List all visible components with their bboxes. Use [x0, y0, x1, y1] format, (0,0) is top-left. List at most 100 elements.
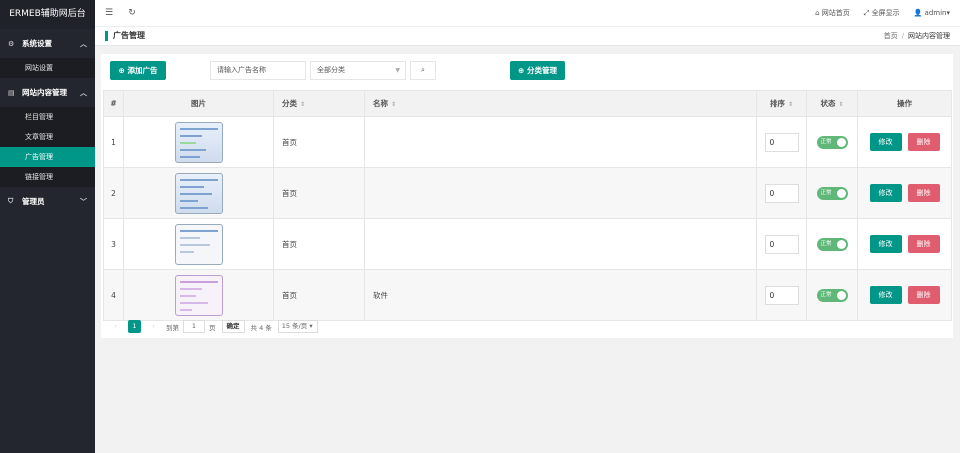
breadcrumb-bar: 广告管理 首页 / 网站内容管理	[95, 27, 960, 46]
cell-sort: 0	[756, 167, 807, 219]
category-manage-button[interactable]: ⊕ 分类管理	[510, 61, 565, 80]
search-icon: ⌕	[421, 66, 425, 74]
delete-button[interactable]: 删除	[907, 133, 940, 151]
goto-page-input[interactable]: 1	[183, 320, 205, 333]
chevron-up-icon: ︿	[80, 88, 87, 97]
sidebar-group-content-management[interactable]: ▤ 网站内容管理 ︿	[0, 78, 95, 107]
status-toggle[interactable]: 正常	[816, 288, 848, 302]
sidebar-group-admin[interactable]: ⛉ 管理员 ﹀	[0, 187, 95, 216]
cell-name: 软件	[364, 269, 757, 321]
toggle-knob	[836, 188, 846, 198]
edit-button[interactable]: 修改	[869, 184, 902, 202]
sidebar-item-article-management[interactable]: 文章管理	[0, 127, 95, 147]
add-ad-button[interactable]: ⊕ 添加广告	[110, 61, 166, 80]
ad-thumbnail[interactable]	[174, 121, 223, 163]
cell-ops: 修改 删除	[857, 269, 952, 321]
cell-ops: 修改 删除	[857, 116, 952, 168]
cell-sort: 0	[756, 218, 807, 270]
col-header-name[interactable]: 名称 ⇕	[364, 90, 757, 117]
user-menu[interactable]: 👤 admin▾	[914, 9, 950, 17]
status-toggle[interactable]: 正常	[816, 186, 848, 200]
gear-icon: ⚙	[8, 39, 15, 48]
refresh-icon[interactable]: ↻	[123, 8, 141, 18]
next-page-button[interactable]: ›	[147, 320, 160, 333]
col-header-status[interactable]: 状态 ⇕	[806, 90, 858, 117]
edit-button[interactable]: 修改	[869, 286, 902, 304]
page-size-select[interactable]: 15 条/页 ▾	[277, 320, 318, 333]
ad-thumbnail[interactable]	[174, 172, 223, 214]
chevron-up-icon: ︿	[80, 39, 87, 48]
table-header-row: # 图片 分类 ⇕ 名称 ⇕ 排序 ⇕ 状态 ⇕ 操作	[103, 90, 952, 117]
goto-confirm-button[interactable]: 确定	[221, 320, 245, 333]
menu-toggle-icon[interactable]: ☰	[100, 8, 118, 18]
category-select[interactable]: 全部分类 ▼	[310, 61, 406, 80]
cell-image	[123, 116, 274, 168]
sidebar-group-system-settings[interactable]: ⚙ 系统设置 ︿	[0, 29, 95, 58]
total-count: 共 4 条	[250, 323, 272, 332]
pagination: ‹ 1 › 到第 1 页 确定 共 4 条 15 条/页 ▾	[109, 320, 318, 333]
sidebar-item-link-management[interactable]: 链接管理	[0, 167, 95, 187]
col-header-category[interactable]: 分类 ⇕	[273, 90, 365, 117]
table-row: 3 首页 0 正常 修改 删除	[103, 218, 952, 270]
sort-input[interactable]: 0	[764, 285, 799, 305]
sort-icon[interactable]: ⇕	[788, 101, 793, 108]
edit-button[interactable]: 修改	[869, 235, 902, 253]
sort-icon[interactable]: ⇕	[391, 101, 396, 108]
sidebar-group-label: 系统设置	[22, 39, 52, 48]
cell-image	[123, 167, 274, 219]
sort-input[interactable]: 0	[764, 234, 799, 254]
breadcrumb-current: 网站内容管理	[908, 32, 950, 40]
plus-circle-icon: ⊕	[118, 66, 125, 75]
edit-button[interactable]: 修改	[869, 133, 902, 151]
toggle-knob	[836, 137, 846, 147]
cell-index: 2	[103, 167, 124, 219]
fullscreen-button[interactable]: ⤢ 全屏显示	[864, 8, 900, 18]
ad-thumbnail[interactable]	[174, 274, 223, 316]
delete-button[interactable]: 删除	[907, 286, 940, 304]
ad-table: # 图片 分类 ⇕ 名称 ⇕ 排序 ⇕ 状态 ⇕ 操作 1 首页 0 正常 修改 删除 2	[103, 90, 952, 321]
prev-page-button[interactable]: ‹	[109, 320, 122, 333]
status-toggle[interactable]: 正常	[816, 135, 848, 149]
sort-input[interactable]: 0	[764, 132, 799, 152]
sidebar-item-column-management[interactable]: 栏目管理	[0, 107, 95, 127]
col-header-ops: 操作	[857, 90, 952, 117]
delete-button[interactable]: 删除	[907, 235, 940, 253]
search-button[interactable]: ⌕	[410, 61, 436, 80]
status-toggle[interactable]: 正常	[816, 237, 848, 251]
document-icon: ▤	[8, 88, 15, 97]
cell-ops: 修改 删除	[857, 218, 952, 270]
cell-category: 首页	[273, 167, 365, 219]
home-icon: ⌂	[815, 9, 822, 17]
shield-icon: ⛉	[8, 197, 14, 205]
page-1-button[interactable]: 1	[128, 320, 141, 333]
ad-thumbnail[interactable]	[174, 223, 223, 265]
cell-status: 正常	[806, 167, 858, 219]
expand-icon: ⤢	[863, 9, 872, 17]
cell-sort: 0	[756, 269, 807, 321]
cell-category: 首页	[273, 218, 365, 270]
breadcrumb-home[interactable]: 首页	[884, 32, 898, 40]
sidebar-item-ad-management[interactable]: 广告管理	[0, 147, 95, 167]
toggle-knob	[836, 290, 846, 300]
col-header-sort[interactable]: 排序 ⇕	[756, 90, 807, 117]
chevron-down-icon: ﹀	[80, 197, 87, 206]
cell-name	[364, 218, 757, 270]
table-row: 1 首页 0 正常 修改 删除	[103, 116, 952, 168]
delete-button[interactable]: 删除	[907, 184, 940, 202]
sort-input[interactable]: 0	[764, 183, 799, 203]
caret-down-icon: ▾	[946, 9, 950, 17]
sidebar-item-site-settings[interactable]: 网站设置	[0, 58, 95, 78]
sort-icon[interactable]: ⇕	[300, 101, 305, 108]
cell-category: 首页	[273, 269, 365, 321]
sort-icon[interactable]: ⇕	[838, 101, 843, 108]
top-bar: ☰ ↻ ⌂ 网站首页 ⤢ 全屏显示 👤 admin▾	[95, 0, 960, 27]
site-home-link[interactable]: ⌂ 网站首页	[815, 8, 850, 18]
ad-list-card: ⊕ 添加广告 请输入广告名称 全部分类 ▼ ⌕ ⊕ 分类管理 # 图片 分类 ⇕ …	[101, 54, 953, 338]
sidebar-group-label: 网站内容管理	[22, 88, 67, 97]
app-logo: ERMEB辅助网后台	[0, 0, 95, 29]
chevron-down-icon: ▼	[395, 67, 400, 74]
col-header-index: #	[103, 90, 124, 117]
sidebar: ERMEB辅助网后台 ⚙ 系统设置 ︿ 网站设置 ▤ 网站内容管理 ︿ 栏目管理…	[0, 0, 95, 453]
ad-name-search-input[interactable]: 请输入广告名称	[210, 61, 306, 80]
col-header-image: 图片	[123, 90, 274, 117]
